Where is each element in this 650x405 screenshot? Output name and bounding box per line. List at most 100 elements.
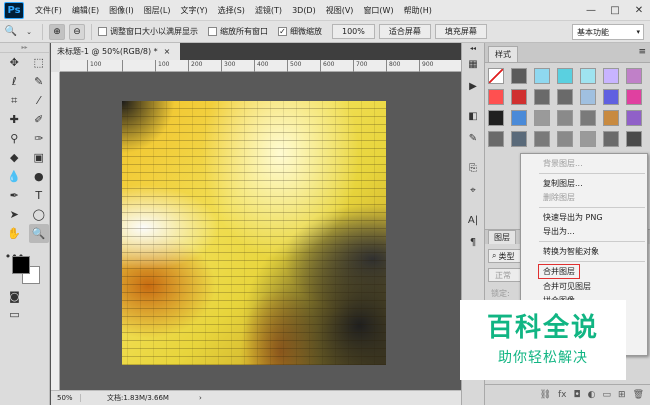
menu-layer[interactable]: 图层(L) <box>139 5 176 16</box>
menu-window[interactable]: 窗口(W) <box>358 5 398 16</box>
menu-file[interactable]: 文件(F) <box>30 5 67 16</box>
style-swatch[interactable] <box>626 68 642 84</box>
brush-tool-icon[interactable]: ✐ <box>29 110 50 129</box>
history-brush-tool-icon[interactable]: ✑ <box>29 129 50 148</box>
path-select-tool-icon[interactable]: ➤ <box>4 205 25 224</box>
crop-tool-icon[interactable]: ⌗ <box>4 91 25 110</box>
chevron-right-icon[interactable]: › <box>199 394 202 402</box>
minimize-button[interactable]: — <box>584 5 598 16</box>
character-panel-icon[interactable]: A| <box>462 209 484 231</box>
gradient-tool-icon[interactable]: ▣ <box>29 148 50 167</box>
lasso-tool-icon[interactable]: ℓ <box>4 72 25 91</box>
style-swatch[interactable] <box>626 131 642 147</box>
menu-item-merge-visible[interactable]: 合并可见图层 <box>521 279 647 293</box>
pen-tool-icon[interactable]: ✒ <box>4 186 25 205</box>
checkbox-box[interactable] <box>98 27 107 36</box>
style-swatch[interactable] <box>580 110 596 126</box>
foreground-color-swatch[interactable] <box>12 256 30 274</box>
zoom-tool-icon[interactable]: 🔍 <box>28 224 49 243</box>
tab-styles[interactable]: 样式 <box>488 46 518 62</box>
healing-brush-tool-icon[interactable]: ✚ <box>4 110 25 129</box>
eraser-tool-icon[interactable]: ◆ <box>4 148 25 167</box>
type-tool-icon[interactable]: T <box>29 186 50 205</box>
menu-select[interactable]: 选择(S) <box>213 5 250 16</box>
checkbox-box[interactable] <box>208 27 217 36</box>
fit-screen-button[interactable]: 适合屏幕 <box>378 24 431 39</box>
style-swatch[interactable] <box>534 110 550 126</box>
zoom-tool-preset-icon[interactable]: 🔍 <box>4 25 18 39</box>
style-swatch[interactable] <box>534 68 550 84</box>
canvas-area[interactable] <box>60 72 461 390</box>
dodge-tool-icon[interactable]: ● <box>29 167 50 186</box>
style-swatch[interactable] <box>534 131 550 147</box>
menu-image[interactable]: 图像(I) <box>104 5 139 16</box>
blur-tool-icon[interactable]: 💧 <box>4 167 25 186</box>
style-swatch[interactable] <box>511 110 527 126</box>
style-swatch[interactable] <box>488 68 504 84</box>
fill-screen-button[interactable]: 填充屏幕 <box>434 24 487 39</box>
ellipse-tool-icon[interactable]: ◯ <box>29 205 50 224</box>
link-layers-icon[interactable]: ⛓ <box>540 390 551 400</box>
style-swatch[interactable] <box>534 89 550 105</box>
actions-panel-icon[interactable]: ▶ <box>462 75 484 97</box>
adjustment-layer-icon[interactable]: ◐ <box>588 390 596 400</box>
zoom-out-button[interactable]: ⊖ <box>69 23 85 40</box>
style-swatch[interactable] <box>603 131 619 147</box>
close-icon[interactable]: × <box>164 47 171 56</box>
close-button[interactable]: ✕ <box>632 5 646 16</box>
zoom-level[interactable]: 50% <box>51 394 81 402</box>
menu-item-quick-export-png[interactable]: 快速导出为 PNG <box>521 210 647 224</box>
checkmark-icon[interactable]: ✓ <box>278 27 287 36</box>
resize-windows-checkbox[interactable]: 调整窗口大小以满屏显示 <box>98 26 198 37</box>
menu-view[interactable]: 视图(V) <box>321 5 359 16</box>
style-swatch[interactable] <box>488 110 504 126</box>
eyedropper-tool-icon[interactable]: ⁄ <box>29 91 50 110</box>
style-swatch[interactable] <box>557 68 573 84</box>
new-group-icon[interactable]: ▭ <box>603 390 612 400</box>
zoom-100-button[interactable]: 100% <box>332 24 375 39</box>
style-swatch[interactable] <box>603 110 619 126</box>
zoom-all-windows-checkbox[interactable]: 缩放所有窗口 <box>208 26 268 37</box>
style-swatch[interactable] <box>557 89 573 105</box>
quick-select-tool-icon[interactable]: ✎ <box>29 72 50 91</box>
tool-presets-icon[interactable]: ⌖ <box>462 179 484 201</box>
style-swatch[interactable] <box>511 131 527 147</box>
trash-icon[interactable]: 🗑 <box>633 390 644 400</box>
style-swatch[interactable] <box>626 110 642 126</box>
style-swatch[interactable] <box>557 110 573 126</box>
vertical-ruler[interactable] <box>51 72 60 390</box>
chevron-down-icon[interactable]: ⌄ <box>22 25 36 39</box>
clone-source-panel-icon[interactable]: ⎘ <box>462 157 484 179</box>
menu-item-duplicate-layer[interactable]: 复制图层... <box>521 176 647 190</box>
menu-item-export-as[interactable]: 导出为... <box>521 224 647 238</box>
document-image[interactable] <box>122 101 386 365</box>
fx-icon[interactable]: fx <box>558 390 567 400</box>
style-swatch[interactable] <box>580 89 596 105</box>
tab-layers[interactable]: 图层 <box>488 230 516 244</box>
hand-tool-icon[interactable]: ✋ <box>4 224 25 243</box>
screen-mode-icon[interactable]: ▭ <box>4 305 25 324</box>
document-tab[interactable]: 未标题-1 @ 50%(RGB/8) * × <box>51 43 181 60</box>
style-swatch[interactable] <box>580 68 596 84</box>
style-swatch[interactable] <box>626 89 642 105</box>
brush-panel-icon[interactable]: ✎ <box>462 127 484 149</box>
marquee-tool-icon[interactable]: ⬚ <box>29 53 50 72</box>
menu-edit[interactable]: 编辑(E) <box>67 5 104 16</box>
style-swatch[interactable] <box>580 131 596 147</box>
quick-mask-icon[interactable]: ◙ <box>4 287 25 306</box>
menu-type[interactable]: 文字(Y) <box>175 5 212 16</box>
menu-item-merge-layers[interactable]: 合并图层 <box>521 263 647 279</box>
adjustments-panel-icon[interactable]: ◧ <box>462 105 484 127</box>
workspace-select[interactable]: 基本功能 ▾ <box>572 24 644 40</box>
style-swatch[interactable] <box>557 131 573 147</box>
menu-item-convert-smart-object[interactable]: 转换为智能对象 <box>521 244 647 258</box>
panel-menu-icon[interactable]: ≡ <box>638 47 646 57</box>
paragraph-panel-icon[interactable]: ¶ <box>462 231 484 253</box>
add-mask-icon[interactable]: ◘ <box>574 390 581 400</box>
style-swatch[interactable] <box>488 131 504 147</box>
zoom-in-button[interactable]: ⊕ <box>49 23 65 40</box>
style-swatch[interactable] <box>511 68 527 84</box>
horizontal-ruler[interactable]: 100 100 200 300 400 500 600 700 800 900 <box>60 60 461 72</box>
menu-help[interactable]: 帮助(H) <box>399 5 437 16</box>
panel-grip[interactable]: ▸▸ <box>0 43 49 53</box>
